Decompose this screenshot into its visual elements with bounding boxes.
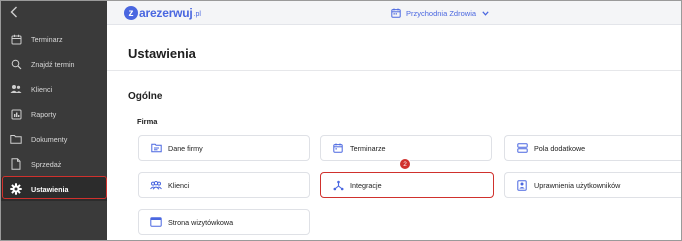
sidebar-item-label: Dokumenty (31, 134, 68, 144)
settings-card-integracje[interactable]: Integracje (320, 172, 494, 198)
card-label: Klienci (168, 180, 190, 190)
subsection-title: Firma (137, 117, 158, 126)
sidebar-item-label: Ustawienia (31, 184, 69, 194)
integration-icon (332, 179, 344, 191)
calendar-icon (9, 32, 23, 46)
report-icon (9, 107, 23, 121)
folder-icon (9, 132, 23, 146)
sidebar-item-label: Sprzedaż (31, 159, 62, 169)
search-icon (9, 57, 23, 71)
sidebar-item-terminarz[interactable]: Terminarz (1, 27, 107, 51)
clinic-selector[interactable]: Przychodnia Zdrowia (391, 7, 489, 19)
page-title: Ustawienia (128, 46, 196, 61)
step-badge-2: 2 (399, 158, 411, 170)
brand-logo[interactable]: z arezerwuj .pl (124, 5, 201, 21)
sidebar-collapse-button[interactable] (1, 1, 107, 25)
clinic-selector-label: Przychodnia Zdrowia (406, 8, 477, 18)
document-icon (9, 157, 23, 171)
sidebar-item-raporty[interactable]: Raporty (1, 102, 107, 126)
main-content: Ustawienia Ogólne Firma Dane firmy Termi… (107, 26, 681, 240)
card-label: Uprawnienia użytkowników (534, 180, 621, 190)
logo-suffix: .pl (193, 11, 201, 18)
settings-card-strona-wizytowkowa[interactable]: Strona wizytówkowa (138, 209, 310, 235)
chevron-down-icon (482, 10, 489, 16)
gear-icon (9, 182, 23, 196)
calendar-icon (332, 142, 344, 154)
section-title: Ogólne (128, 91, 163, 102)
sidebar-item-label: Raporty (31, 109, 57, 119)
sidebar-item-sprzedaz[interactable]: Sprzedaż (1, 152, 107, 176)
sidebar-item-label: Znajdź termin (31, 59, 75, 69)
sidebar-item-ustawienia[interactable]: Ustawienia (1, 177, 107, 201)
settings-card-klienci[interactable]: Klienci (138, 172, 310, 198)
logo-text: arezerwuj (139, 6, 193, 20)
settings-card-uprawnienia[interactable]: Uprawnienia użytkowników (504, 172, 681, 198)
settings-card-pola-dodatkowe[interactable]: Pola dodatkowe (504, 135, 681, 161)
users-icon (9, 82, 23, 96)
card-label: Dane firmy (168, 143, 203, 153)
chevron-left-icon (10, 6, 17, 18)
logo-mark: z (124, 6, 138, 20)
divider (107, 70, 681, 71)
users-icon (150, 179, 162, 191)
card-label: Pola dodatkowe (534, 143, 586, 153)
company-data-icon (150, 142, 162, 154)
sidebar-item-dokumenty[interactable]: Dokumenty (1, 127, 107, 151)
browser-window-icon (150, 216, 162, 228)
user-badge-icon (516, 179, 528, 191)
settings-card-dane-firmy[interactable]: Dane firmy (138, 135, 310, 161)
sidebar-item-label: Klienci (31, 84, 53, 94)
sidebar-item-znajdz-termin[interactable]: Znajdź termin (1, 52, 107, 76)
top-bar: z arezerwuj .pl Przychodnia Zdrowia (107, 1, 681, 25)
sidebar: Terminarz Znajdź termin Klienci Raporty … (1, 1, 107, 240)
sidebar-item-label: Terminarz (31, 34, 63, 44)
card-label: Integracje (350, 180, 382, 190)
card-label: Strona wizytówkowa (168, 217, 234, 227)
fields-icon (516, 142, 528, 154)
sidebar-item-klienci[interactable]: Klienci (1, 77, 107, 101)
calendar-icon (391, 8, 401, 18)
card-label: Terminarze (350, 143, 386, 153)
